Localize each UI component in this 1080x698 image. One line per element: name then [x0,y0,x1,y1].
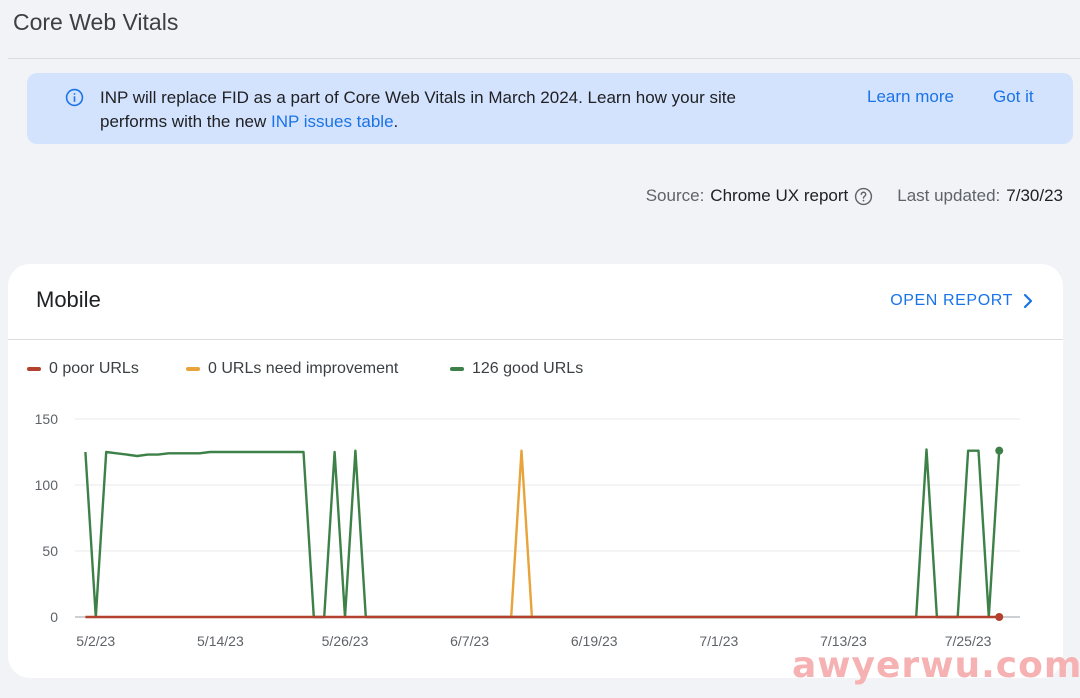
report-meta: Source: Chrome UX report Last updated: 7… [646,186,1063,206]
series-end-point-poor-urls [995,613,1004,621]
header-divider [8,58,1080,59]
series-line-urls-need-improvement [510,449,534,618]
learn-more-button[interactable]: Learn more [867,87,954,107]
legend-need-improvement[interactable]: 0 URLs need improvement [186,360,398,378]
chevron-right-icon [1023,293,1033,309]
banner-message: INP will replace FID as a part of Core W… [100,86,780,134]
x-tick-label-2: 5/26/23 [322,633,369,649]
y-tick-label-0: 0 [50,609,58,625]
banner-text-after: . [393,112,399,131]
x-tick-label-5: 7/1/23 [699,633,738,649]
mobile-card: Mobile OPEN REPORT 0 poor URLs 0 URLs ne… [8,264,1063,678]
got-it-button[interactable]: Got it [993,87,1034,107]
card-divider [8,339,1063,340]
y-tick-label-150: 150 [35,411,59,427]
inp-issues-table-link[interactable]: INP issues table [271,112,394,131]
legend-swatch-good [450,367,464,371]
source-value: Chrome UX report [710,186,849,205]
last-updated-value: 7/30/23 [1006,186,1063,205]
legend-poor[interactable]: 0 poor URLs [27,360,139,378]
page-title: Core Web Vitals [13,9,179,35]
source-label: Source: [645,186,705,205]
x-tick-label-0: 5/2/23 [76,633,115,649]
legend-label-good: 126 good URLs [472,360,584,377]
legend-good[interactable]: 126 good URLs [450,360,583,378]
open-report-button[interactable]: OPEN REPORT [890,292,1033,310]
page-header: Core Web Vitals [0,0,1080,59]
legend-swatch-poor [27,367,41,371]
legend-swatch-need-improvement [186,367,200,371]
help-circle-icon[interactable] [854,187,873,206]
card-title: Mobile [36,287,101,312]
open-report-label: OPEN REPORT [890,292,1013,309]
banner-text-before: INP will replace FID as a part of Core W… [100,88,736,131]
x-tick-label-1: 5/14/23 [197,633,244,649]
last-updated-label: Last updated: [897,186,1001,205]
watermark: awyerwu.com [792,645,1080,686]
urls-line-chart: 150 100 50 0 5/2/23 5/14/23 5/26/23 6/7/23 6/19/… [35,411,1020,649]
y-tick-label-50: 50 [42,543,58,559]
x-tick-label-3: 6/7/23 [450,633,489,649]
info-icon [65,88,84,107]
legend-label-poor: 0 poor URLs [49,360,139,377]
inp-announcement-banner: INP will replace FID as a part of Core W… [27,73,1073,144]
series-line-good-urls [84,448,1001,619]
x-tick-label-4: 6/19/23 [571,633,618,649]
y-tick-label-100: 100 [35,477,59,493]
series-end-point-good-urls [995,446,1004,455]
legend-label-need-improvement: 0 URLs need improvement [208,360,399,377]
